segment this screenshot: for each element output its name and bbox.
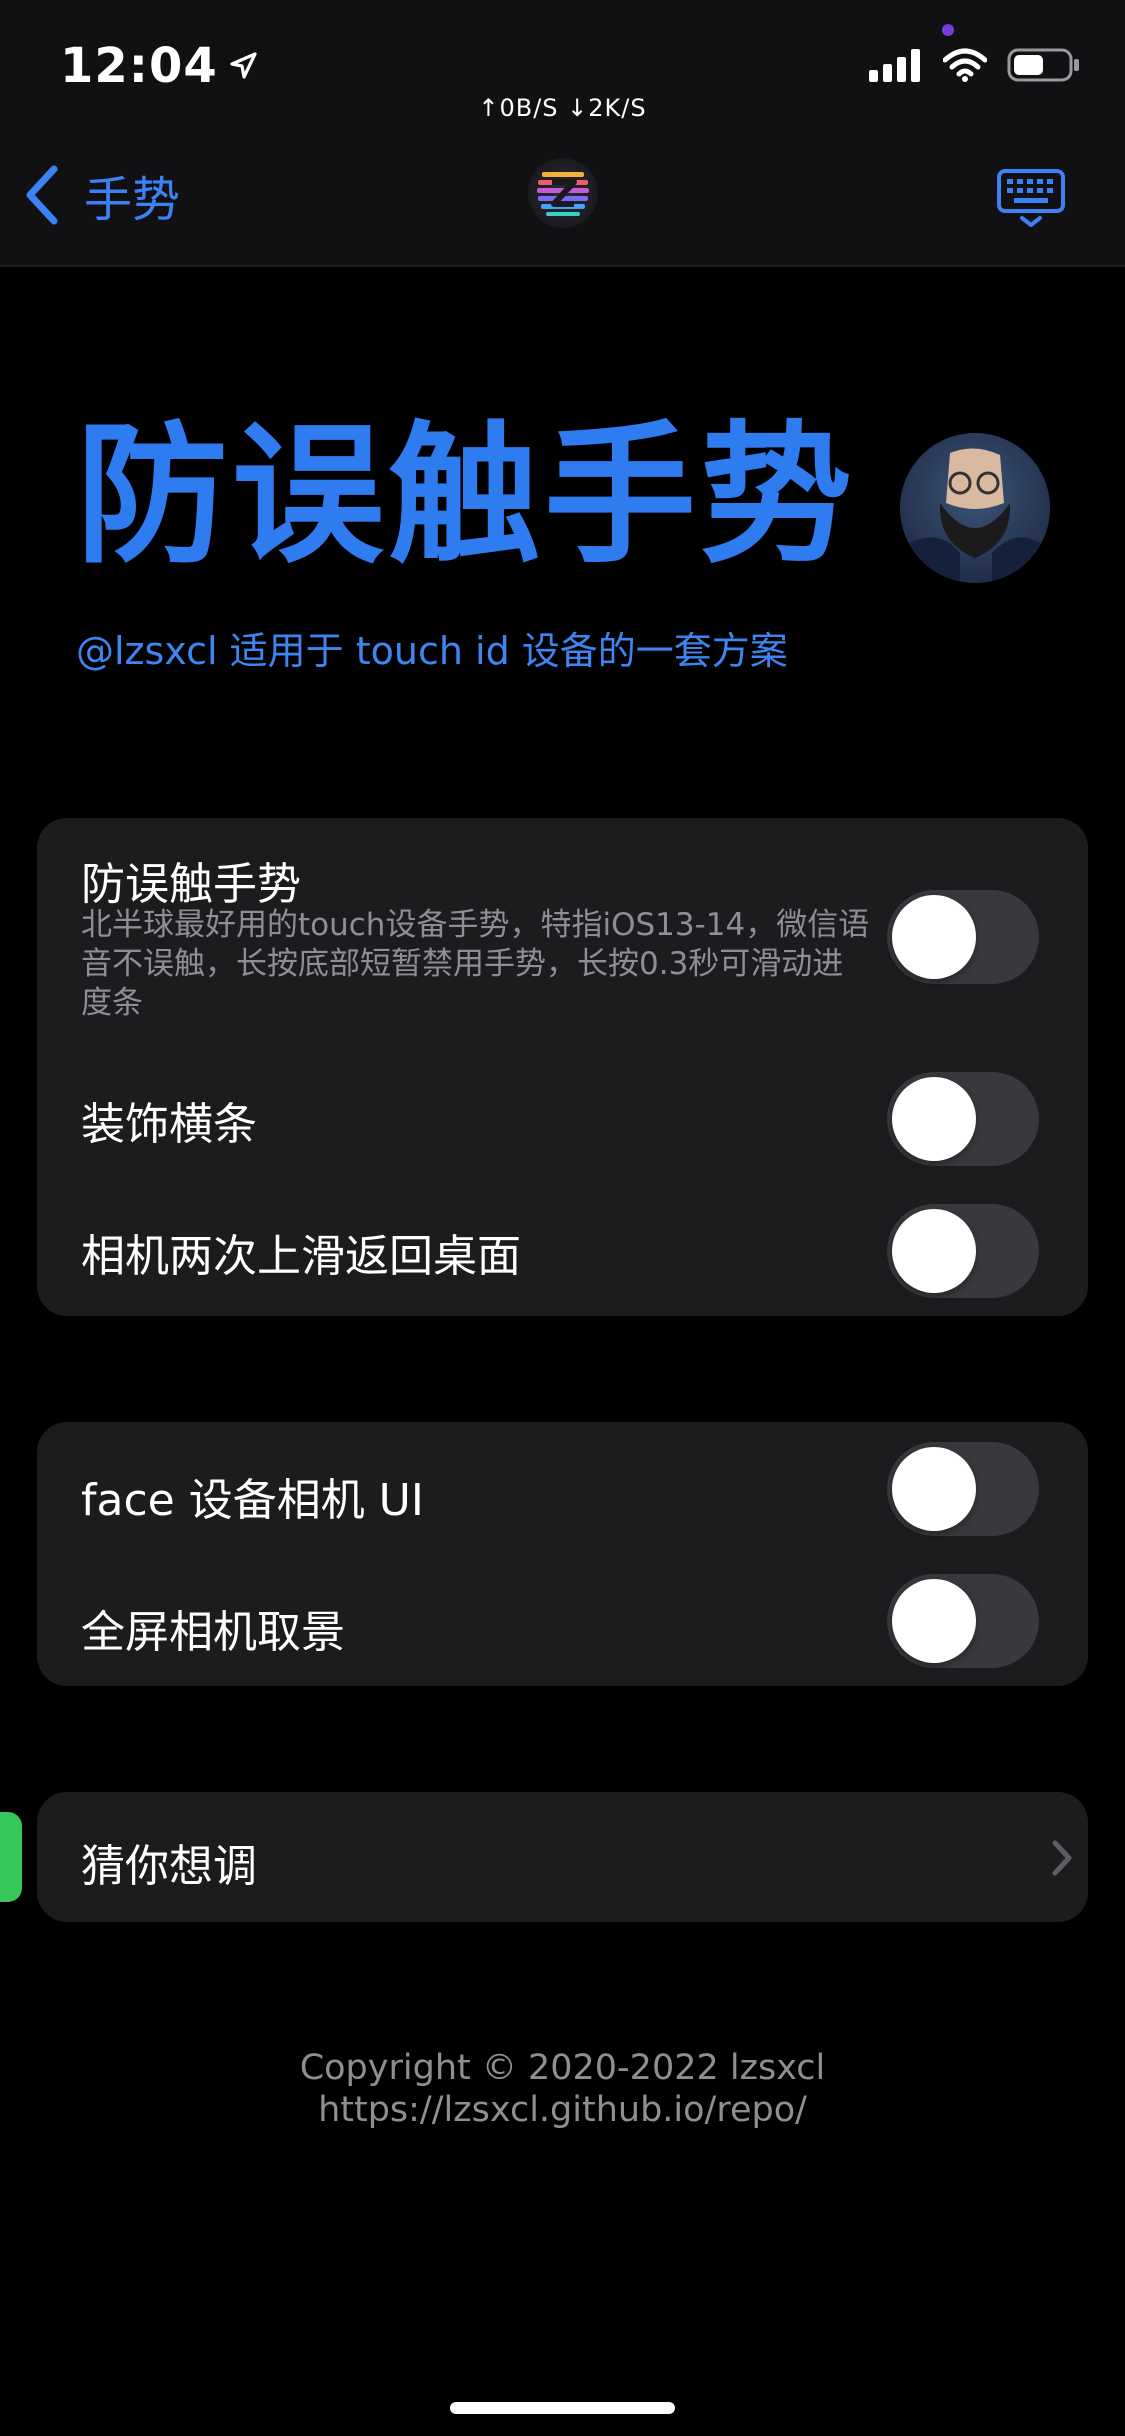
- app-logo: [528, 158, 598, 228]
- location-arrow-icon: [230, 52, 257, 79]
- page-subtitle: @lzsxcl 适用于 touch id 设备的一套方案: [76, 629, 788, 673]
- back-button-label: 手势: [84, 172, 181, 228]
- toggle-knob: [892, 1447, 976, 1531]
- toggle-fullscreen-viewfinder[interactable]: [887, 1574, 1039, 1668]
- settings-group-gestures: 防误触手势 北半球最好用的touch设备手势，特指iOS13-14，微信语音不误…: [37, 818, 1088, 1316]
- chevron-left-icon: [26, 165, 58, 225]
- repo-url-link[interactable]: https://lzsxcl.github.io/repo/: [0, 2088, 1125, 2132]
- toggle-knob: [892, 1209, 976, 1293]
- toggle-knob: [892, 1077, 976, 1161]
- row-title-guess-settings: 猜你想调: [81, 1841, 257, 1892]
- privacy-indicator-dot: [942, 24, 954, 36]
- back-button[interactable]: 手势: [22, 160, 180, 230]
- copyright-text: Copyright © 2020-2022 lzsxcl: [299, 2048, 826, 2088]
- row-title-anti-mistouch: 防误触手势: [81, 859, 301, 910]
- toggle-camera-swipe-home[interactable]: [887, 1204, 1039, 1298]
- author-avatar: [900, 433, 1050, 583]
- row-title-fullscreen-viewfinder: 全屏相机取景: [81, 1607, 345, 1658]
- toggle-anti-mistouch[interactable]: [887, 890, 1039, 984]
- cellular-signal-icon: [869, 49, 920, 82]
- settings-group-camera: face 设备相机 UI 全屏相机取景: [37, 1422, 1088, 1686]
- row-title-decor-bar: 装饰横条: [81, 1099, 257, 1150]
- keyboard-icon: [997, 169, 1065, 227]
- floating-side-tab[interactable]: [0, 1812, 22, 1902]
- logo-icon: [537, 172, 589, 216]
- toggle-decor-bar[interactable]: [887, 1072, 1039, 1166]
- keyboard-button[interactable]: [996, 168, 1066, 228]
- battery-icon: [1007, 48, 1079, 82]
- avatar-image: [900, 433, 1050, 583]
- page-title: 防误触手势: [76, 407, 856, 584]
- row-description-anti-mistouch: 北半球最好用的touch设备手势，特指iOS13-14，微信语音不误触，长按底部…: [81, 907, 870, 1021]
- status-icons: [869, 48, 1081, 82]
- status-time-label: 12:04: [60, 38, 218, 94]
- toggle-knob: [892, 895, 976, 979]
- network-speed: ↑0B/S ↓2K/S: [478, 94, 647, 122]
- navigation-bar: 12:04 ↑0B/S ↓2K/S 手势: [0, 0, 1125, 267]
- status-time: 12:04: [60, 38, 258, 94]
- wifi-icon: [943, 48, 987, 82]
- toggle-face-camera-ui[interactable]: [887, 1442, 1039, 1536]
- chevron-right-icon: [1052, 1840, 1072, 1876]
- row-title-face-camera-ui: face 设备相机 UI: [81, 1475, 424, 1526]
- settings-group-suggestions[interactable]: 猜你想调: [37, 1792, 1088, 1922]
- home-indicator[interactable]: [450, 2402, 675, 2414]
- toggle-knob: [892, 1579, 976, 1663]
- row-title-camera-swipe-home: 相机两次上滑返回桌面: [81, 1231, 521, 1282]
